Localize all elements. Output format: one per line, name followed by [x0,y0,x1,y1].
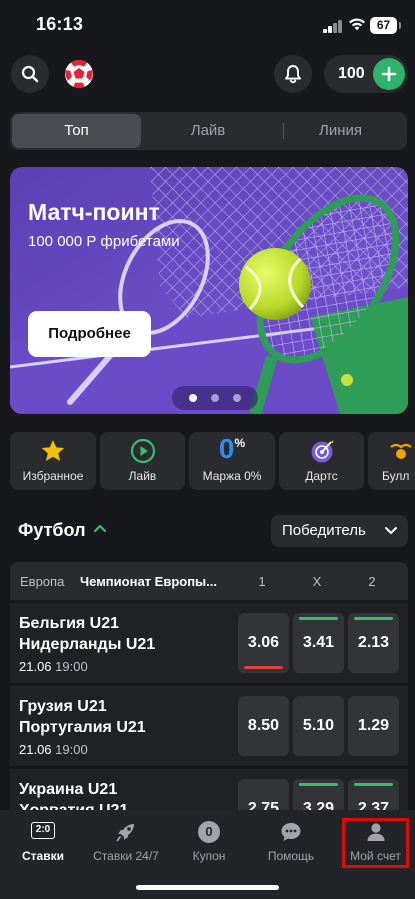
match-time: 19:00 [55,742,88,757]
column-home: 1 [258,574,266,589]
odds-button-draw[interactable]: 3.41 [293,613,344,673]
cellular-signal-icon [323,20,343,33]
chat-icon [281,823,301,841]
quick-darts[interactable]: Дартс [279,432,364,490]
quick-live[interactable]: Лайв [100,432,185,490]
pagination-dot-1[interactable] [189,394,197,402]
banner-title: Матч-поинт [28,199,160,225]
chevron-down-icon [385,527,397,534]
percent-sign: % [234,436,246,450]
plus-icon [381,66,397,82]
deposit-button[interactable] [373,58,405,90]
pagination-dot-2[interactable] [211,394,219,402]
home-team: Украина U21 [19,781,118,798]
match-row[interactable]: Грузия U21 Португалия U21 21.06 19:00 8.… [10,686,408,766]
column-draw: X [312,574,322,589]
quick-bull[interactable]: Булл [368,432,415,490]
tab-top[interactable]: Топ [12,114,141,148]
nav-label: Купон [192,849,226,863]
league-header[interactable]: Европа Чемпионат Европы... 1 X 2 [10,562,408,600]
nav-bets[interactable]: 2:0 Ставки [10,810,76,870]
home-team: Бельгия U21 [19,615,120,632]
home-indicator[interactable] [136,885,279,890]
zero-digit: 0 [218,433,235,464]
balance-pill[interactable]: 100 [324,55,408,93]
bull-icon [390,443,412,459]
odds-button-home[interactable]: 8.50 [238,696,289,756]
home-team: Грузия U21 [19,698,107,715]
tab-line[interactable]: Линия [276,114,405,148]
app-logo-icon[interactable] [63,58,95,90]
quick-favorites[interactable]: Избранное [10,432,96,490]
away-team: Португалия U21 [19,719,146,736]
match-date: 21.06 [19,742,52,757]
search-button[interactable] [11,55,49,93]
quick-label: Булл [382,469,410,483]
league-country: Европа [20,574,65,589]
odds-button-home[interactable]: 3.06 [238,613,289,673]
match-date: 21.06 [19,659,52,674]
battery-indicator: 67 [370,17,401,34]
quick-margin-zero[interactable]: 0% Маржа 0% [189,432,275,490]
nav-label: Ставки [22,849,64,863]
tab-live[interactable]: Лайв [143,114,273,148]
banner-pagination[interactable] [172,386,258,410]
nav-help[interactable]: Помощь [258,810,324,870]
search-icon [21,65,39,83]
market-label: Победитель [282,522,366,539]
chevron-up-icon[interactable] [93,522,107,534]
sport-title[interactable]: Футбол [18,520,86,541]
zero-percent-icon: 0% [219,434,245,464]
quick-label: Дартс [305,469,338,483]
coupon-icon: 0 [198,821,220,843]
match-datetime: 21.06 19:00 [19,659,88,674]
bell-icon [285,65,301,84]
odds-button-away[interactable]: 1.29 [348,696,399,756]
column-away: 2 [368,574,376,589]
quick-label: Маржа 0% [202,469,262,483]
betslip-icon: 2:0 [31,822,55,839]
odds-button-away[interactable]: 2.13 [348,613,399,673]
highlight-annotation-box [342,818,409,868]
match-time: 19:00 [55,659,88,674]
app-screen: 16:13 67 100 Топ Лайв Линия Матч-поинт 1… [0,0,415,899]
section-tabs: Топ Лайв Линия [10,112,407,150]
star-icon [41,440,65,461]
away-team: Нидерланды U21 [19,636,156,653]
league-name: Чемпионат Европы... [80,574,217,589]
nav-label: Помощь [267,849,315,863]
market-dropdown[interactable]: Победитель [271,515,408,547]
pagination-dot-3[interactable] [233,394,241,402]
status-time: 16:13 [36,14,84,34]
play-icon [130,438,155,464]
odds-button-draw[interactable]: 5.10 [293,696,344,756]
status-bar: 16:13 67 [0,0,415,50]
banner-more-button[interactable]: Подробнее [28,311,151,357]
notifications-button[interactable] [274,55,312,93]
banner-subtitle: 100 000 Р фрибетами [28,233,180,250]
quick-label: Лайв [128,469,157,483]
dart-icon [311,440,333,463]
nav-coupon[interactable]: 0 Купон [176,810,242,870]
balance-amount: 100 [338,65,365,82]
quick-label: Избранное [22,469,84,483]
nav-label: Ставки 24/7 [93,849,159,863]
match-row[interactable]: Бельгия U21 Нидерланды U21 21.06 19:00 3… [10,603,408,683]
rocket-icon [116,824,134,842]
promo-banner[interactable]: Матч-поинт 100 000 Р фрибетами Подробнее [10,167,408,414]
match-datetime: 21.06 19:00 [19,742,88,757]
wifi-icon [349,18,365,31]
nav-bets-247[interactable]: Ставки 24/7 [88,810,164,870]
coupon-count: 0 [205,824,213,839]
betslip-score: 2:0 [35,824,51,835]
